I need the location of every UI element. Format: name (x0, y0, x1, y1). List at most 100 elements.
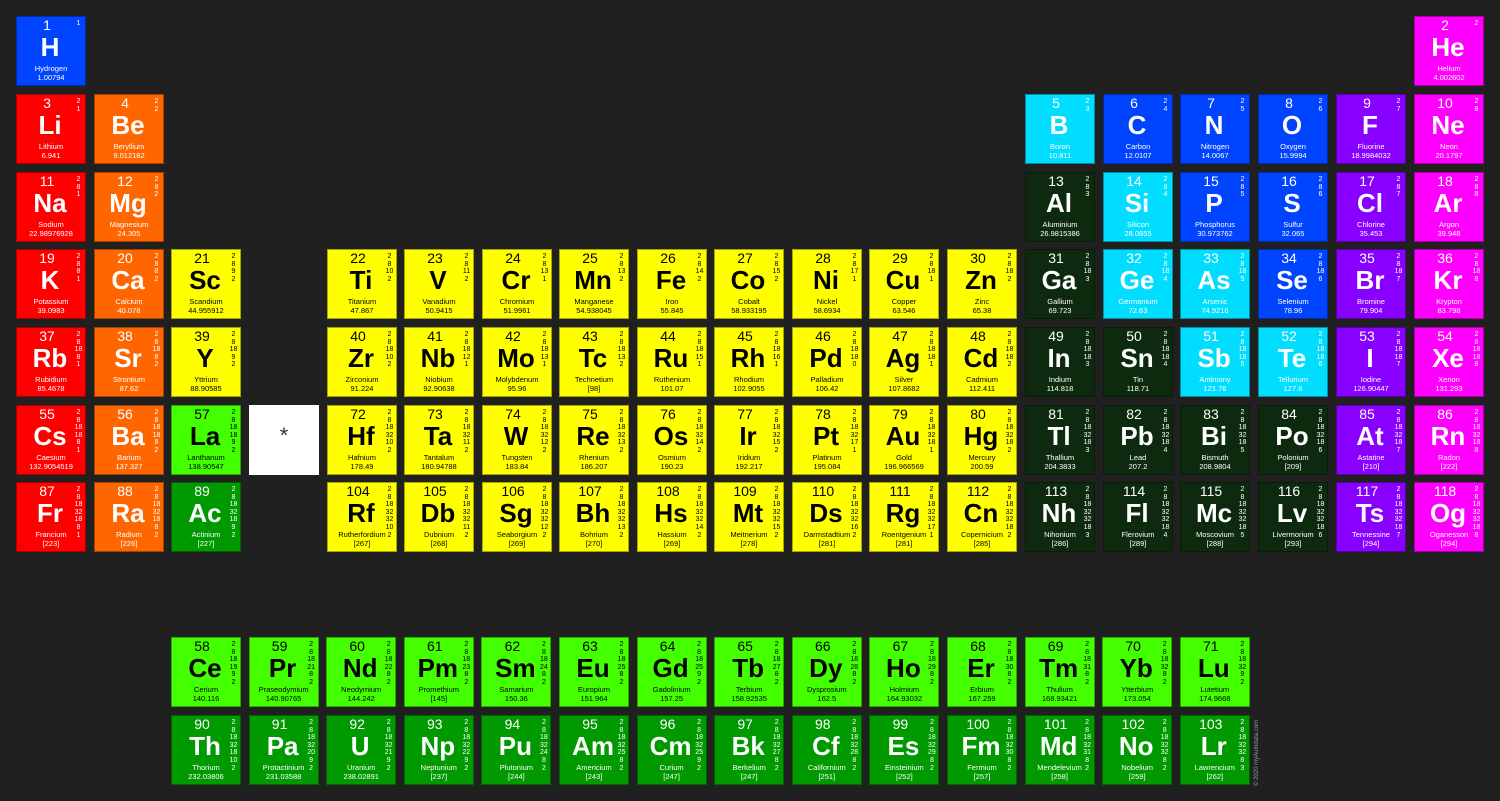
shell-count: 2 (1318, 253, 1323, 260)
element-cell-hg: 80 Hg Mercury 200.59 2 8 18 32 18 2 (947, 405, 1017, 475)
electron-shells: 2 8 18 15 1 (695, 331, 704, 369)
shell-count: 2 (464, 719, 469, 726)
shell-count: 2 (1318, 409, 1323, 416)
shell-count: 2 (852, 719, 857, 726)
element-symbol: C (1127, 110, 1147, 140)
shell-count: 8 (1240, 260, 1245, 268)
shell-count: 29 (927, 749, 936, 757)
atomic-number: 11 (39, 173, 55, 189)
shell-count: 10 (385, 439, 394, 447)
electron-shells: 2 8 18 32 10 2 (385, 409, 394, 455)
atomic-mass: 144.242 (347, 694, 375, 703)
atomic-number: 64 (659, 638, 676, 654)
shell-count: 9 (231, 268, 236, 276)
atomic-number: 96 (659, 716, 676, 732)
shell-count: 2 (231, 641, 236, 648)
electron-shells: 24 (1161, 98, 1170, 113)
shell-count: 8 (542, 338, 547, 346)
element-cell-ni: 28 Ni Nickel 58.6934 2 8 17 1 (792, 249, 862, 319)
electron-shells: 2 8 18 18 1 (927, 331, 936, 369)
element-cell-au: 79 Au Gold 196.966569 2 8 18 32 18 1 (869, 405, 939, 475)
shell-count: 18 (850, 734, 859, 742)
electron-shells: 2 8 18 25 8 2 (617, 641, 626, 687)
shell-count: 18 (1238, 734, 1247, 742)
atomic-number: 67 (892, 638, 909, 654)
shell-count: 18 (1160, 656, 1169, 664)
shell-count: 8 (929, 648, 934, 656)
shell-count: 1 (852, 275, 857, 283)
shell-count: 9 (231, 523, 236, 531)
electron-shells: 2 8 14 2 (695, 253, 704, 283)
element-cell-b: 5 B Boron 10.811 2 3 (1025, 94, 1095, 164)
shell-count: 2 (1007, 409, 1012, 416)
shell-count: 32 (540, 431, 549, 439)
element-cell-se: 34 Se Selenium 78.96 2 8 18 6 (1258, 249, 1328, 319)
shell-count: 2 (231, 531, 236, 539)
electron-shells: 2 8 18 32 32 11 2 (462, 486, 471, 539)
shell-count: 2 (774, 764, 779, 772)
atomic-number: 36 (1437, 250, 1453, 266)
shell-count: 2 (852, 409, 857, 416)
shell-count: 18 (1083, 523, 1092, 531)
atomic-mass: 39.0983 (37, 306, 65, 315)
shell-count: 8 (386, 671, 391, 679)
electron-shells: 2 8 18 32 32 18 3 (1083, 486, 1092, 539)
shell-count: 32 (1472, 516, 1481, 524)
shell-count: 15 (772, 268, 781, 276)
element-cell-at: 85 At Astatine [210] 2 8 18 32 18 7 (1336, 405, 1406, 475)
electron-shells: 2 8 18 32 18 1 (927, 409, 936, 455)
electron-shells: 2 8 18 32 27 8 2 (772, 719, 781, 772)
shell-count: 17 (850, 439, 859, 447)
atomic-number: 63 (582, 638, 598, 654)
shell-count: 32 (1160, 741, 1169, 749)
shell-count: 32 (229, 508, 238, 516)
shell-count: 2 (1240, 678, 1245, 686)
atomic-mass: [269] (508, 539, 526, 548)
atomic-mass: 26.9815386 (1040, 229, 1080, 238)
electron-shells: 2 (1472, 20, 1481, 28)
atomic-mass: 186.207 (580, 462, 608, 471)
element-name: Zirconium (345, 375, 379, 384)
shell-count: 8 (76, 338, 81, 346)
electron-shells: 2 8 18 4 (1161, 253, 1170, 283)
shell-count: 8 (1007, 260, 1012, 268)
shell-count: 18 (152, 424, 161, 432)
shell-count: 2 (154, 409, 159, 416)
shell-count: 2 (1474, 176, 1479, 183)
atomic-number: 103 (1199, 716, 1223, 732)
shell-count: 18 (617, 656, 626, 664)
shell-count: 32 (1472, 431, 1481, 439)
shell-count: 8 (1007, 338, 1012, 346)
shell-count: 2 (1007, 764, 1012, 772)
shell-count: 2 (1474, 409, 1479, 416)
element-cell-si: 14 Si Silicon 28.0855 2 8 4 (1103, 172, 1173, 242)
shell-count: 1 (76, 191, 81, 199)
element-cell-pa: 91 Pa Protactinium 231.03588 2 8 18 32 20 9 2 (248, 715, 319, 785)
shell-count: 2 (1085, 486, 1090, 493)
atomic-mass: 6.941 (41, 151, 61, 160)
shell-count: 10 (385, 353, 394, 361)
shell-count: 18 (229, 501, 238, 509)
shell-count: 8 (774, 260, 779, 268)
shell-count: 2 (309, 719, 314, 726)
shell-count: 4 (1163, 191, 1168, 199)
shell-count: 2 (387, 253, 392, 260)
shell-count: 8 (852, 671, 857, 679)
atomic-mass: 137.327 (115, 462, 143, 471)
atomic-number: 72 (350, 406, 366, 422)
shell-count: 1 (76, 275, 81, 283)
shell-count: 32 (927, 516, 936, 524)
atomic-mass: [262] (1206, 772, 1224, 781)
atomic-mass: 131.293 (1435, 384, 1463, 393)
element-symbol: He (1431, 32, 1465, 62)
atomic-mass: 151.964 (580, 694, 608, 703)
electron-shells: 2 8 18 32 32 13 2 (617, 486, 626, 539)
shell-count: 2 (697, 719, 702, 726)
element-symbol: H (40, 32, 60, 62)
electron-shells: 21 (74, 98, 83, 113)
element-cell-db: 105 Db Dubnium [268] 2 8 18 32 32 11 2 (404, 482, 474, 552)
shell-count: 9 (1240, 671, 1245, 679)
electron-shells: 2 8 18 32 24 8 2 (539, 719, 548, 772)
shell-count: 2 (464, 253, 469, 260)
electron-shells: 2 8 18 32 12 2 (540, 409, 549, 455)
